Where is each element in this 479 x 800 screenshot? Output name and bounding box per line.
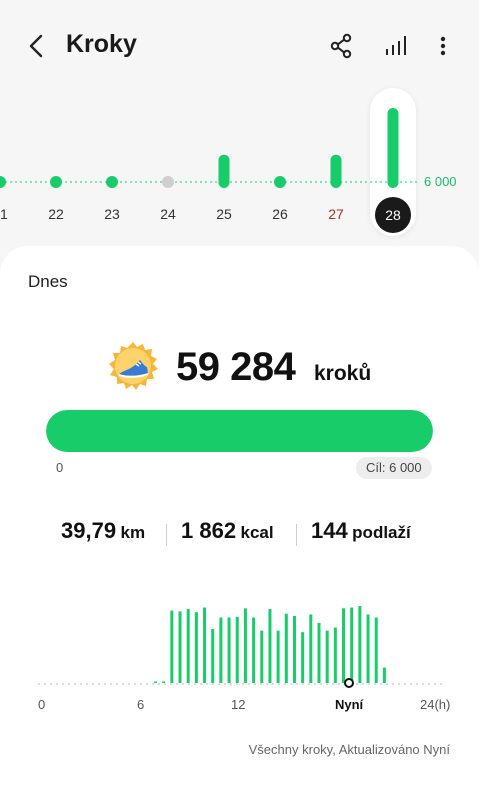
floors-unit: podlaží — [352, 523, 411, 542]
hourly-bar — [203, 607, 207, 683]
hourly-bar — [154, 681, 157, 683]
hourly-bar — [276, 630, 280, 683]
hour-axis-label: 0 — [38, 697, 46, 712]
hourly-bar — [350, 607, 354, 683]
stat-divider — [166, 524, 167, 546]
calories-unit: kcal — [240, 523, 274, 542]
steps-screen: Kroky 1 22 23 24 25 26 27 28 6 000 Dnes … — [0, 0, 479, 800]
day-label[interactable]: 27 — [316, 206, 356, 222]
day-label[interactable]: 21 — [0, 206, 20, 222]
calories-value: 1 862 — [181, 518, 237, 543]
hourly-bar — [374, 617, 378, 683]
hourly-bar — [260, 630, 264, 683]
hour-axis-label: 24(h) — [420, 697, 451, 712]
goal-line-label: 6 000 — [424, 174, 457, 189]
day-steps-mark[interactable] — [106, 176, 118, 188]
stats-row: 39,79 km 1 862 kcal 144 podlaží — [0, 518, 479, 554]
bar-chart-icon — [386, 36, 406, 55]
hourly-bar — [235, 616, 239, 683]
today-card: Dnes 59 284 kroků 0 Cíl: 6 000 39,79 km — [0, 246, 479, 800]
week-strip: 21 22 23 24 25 26 27 28 6 000 — [0, 88, 479, 238]
hourly-bars — [38, 606, 442, 688]
selected-day-label[interactable]: 28 — [375, 197, 411, 233]
running-shoe-badge-icon — [106, 340, 160, 394]
day-label[interactable]: 23 — [92, 206, 132, 222]
calories-stat: 1 862 kcal — [181, 518, 274, 544]
day-label[interactable]: 26 — [260, 206, 300, 222]
steps-progress-bar — [46, 410, 433, 452]
update-note: Všechny kroky, Aktualizováno Nyní — [248, 742, 450, 757]
day-steps-mark[interactable] — [274, 176, 286, 188]
hourly-bar — [268, 609, 272, 683]
more-options-button[interactable] — [428, 30, 458, 62]
day-steps-mark[interactable] — [0, 176, 6, 188]
hourly-bar — [284, 613, 288, 683]
hourly-bar — [309, 614, 313, 683]
chevron-left-icon — [29, 34, 43, 58]
hour-axis-label: Nyní — [335, 697, 364, 712]
floors-stat: 144 podlaží — [311, 518, 411, 544]
hourly-bar — [162, 681, 166, 683]
steps-count: 59 284 — [176, 345, 296, 389]
day-steps-mark[interactable] — [50, 176, 62, 188]
back-button[interactable] — [22, 30, 52, 62]
page-title: Kroky — [66, 30, 137, 58]
hourly-bar — [358, 606, 362, 683]
statistics-button[interactable] — [381, 30, 411, 62]
progress-min-label: 0 — [56, 460, 64, 475]
day-steps-mark[interactable] — [218, 154, 230, 188]
hourly-bar — [178, 611, 182, 683]
day-steps-mark[interactable] — [162, 176, 174, 188]
hourly-bar — [227, 617, 231, 683]
hourly-bar — [317, 622, 321, 683]
hourly-bar — [301, 632, 305, 683]
card-title: Dnes — [28, 272, 68, 291]
hourly-bar — [252, 617, 256, 683]
hourly-bar — [366, 614, 370, 683]
hourly-bar — [243, 608, 247, 683]
day-steps-mark[interactable] — [330, 154, 342, 188]
floors-value: 144 — [311, 518, 348, 543]
distance-value: 39,79 — [61, 518, 117, 543]
hourly-bar — [194, 612, 198, 683]
day-label[interactable]: 25 — [204, 206, 244, 222]
hourly-bar — [211, 629, 215, 683]
hourly-bar — [342, 608, 346, 683]
app-header: Kroky — [0, 0, 479, 92]
hourly-bar — [382, 667, 386, 683]
hourly-bar — [333, 627, 337, 683]
share-button[interactable] — [326, 30, 356, 62]
selected-day-steps-mark[interactable] — [387, 108, 399, 188]
hourly-bar — [186, 609, 190, 683]
hourly-bar — [219, 617, 223, 683]
hour-axis-label: 12 — [231, 697, 246, 712]
day-label[interactable]: 22 — [36, 206, 76, 222]
share-icon — [330, 33, 352, 59]
more-vertical-icon — [440, 36, 446, 56]
now-marker — [344, 678, 354, 688]
hourly-bar — [325, 630, 329, 683]
hourly-steps-chart[interactable]: 0 6 12 Nyní 24(h) — [0, 596, 479, 716]
steps-progress-fill — [46, 410, 433, 452]
distance-stat: 39,79 km — [61, 518, 145, 544]
hour-axis-label: 6 — [137, 697, 145, 712]
progress-goal-label: Cíl: 6 000 — [356, 457, 432, 479]
stat-divider — [296, 524, 297, 546]
day-label[interactable]: 24 — [148, 206, 188, 222]
steps-unit: kroků — [314, 362, 372, 385]
hourly-bar — [292, 616, 296, 683]
hourly-bar — [170, 610, 174, 683]
distance-unit: km — [120, 523, 146, 542]
